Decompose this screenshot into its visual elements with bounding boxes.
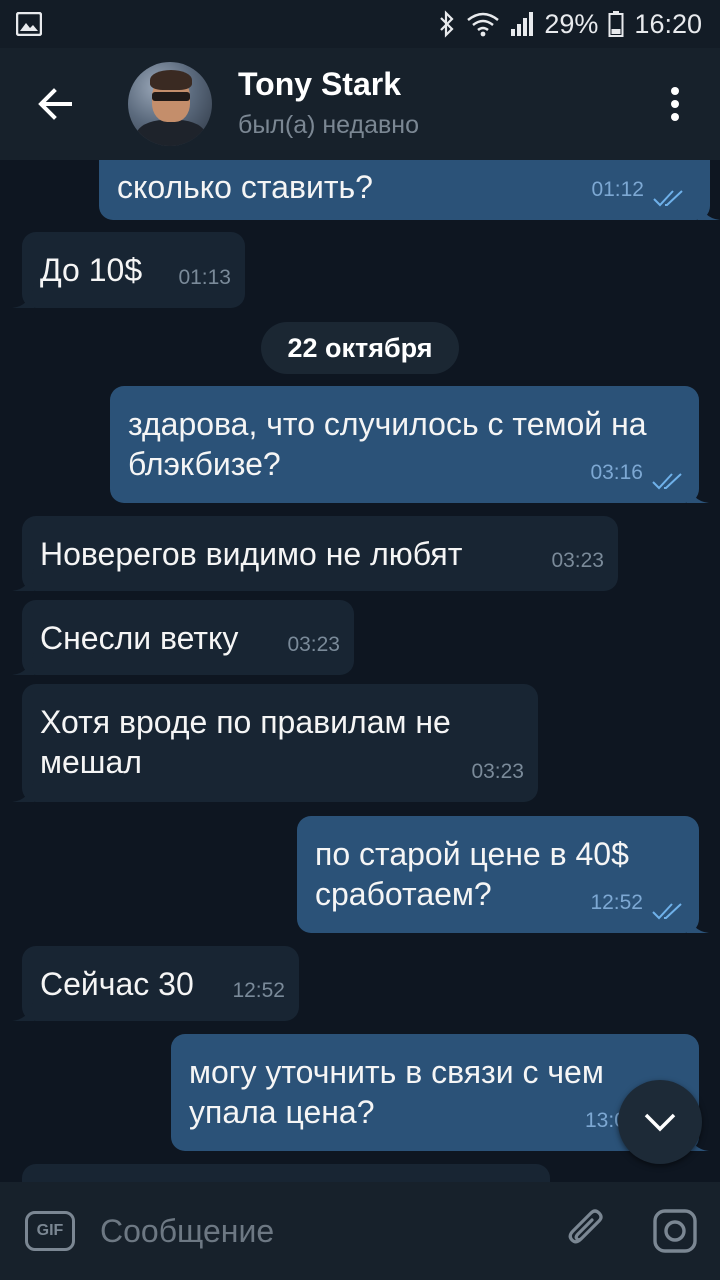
chevron-down-icon [644,1113,676,1132]
battery-icon [608,11,624,37]
image-notification-icon [16,12,42,36]
date-separator: 22 октября [261,322,459,374]
contact-info[interactable]: Tony Stark был(а) недавно [238,65,630,143]
clock: 16:20 [634,8,702,39]
message-time: 12:52 [232,979,285,1002]
more-options-button[interactable] [630,48,720,160]
double-check-icon [652,473,682,490]
double-check-icon [652,903,682,920]
scroll-down-button[interactable] [618,1080,702,1164]
message-text: Снесли ветку [40,620,239,656]
contact-status: был(а) недавно [238,111,420,139]
message-text: Сейчас 30 [40,966,194,1002]
message-composer: GIF [0,1182,720,1280]
message-outgoing[interactable]: здарова, что случилось с темой на блэкби… [110,386,709,503]
message-list[interactable]: сколько ставить? 01:12 До 10$ 01:13 22 о… [0,160,720,1182]
message-text: Хотя вроде по правилам не мешал [40,704,451,780]
avatar[interactable] [128,62,212,146]
message-input[interactable] [100,1201,544,1261]
wifi-icon [467,12,500,37]
message-outgoing[interactable]: сколько ставить? 01:12 [99,160,720,220]
message-time: 12:52 [590,891,643,914]
message-incoming-partial[interactable] [22,1164,550,1182]
status-left [16,12,42,36]
signal-icon [511,12,534,36]
attach-button[interactable] [544,1182,630,1280]
message-time: 03:16 [590,461,643,484]
message-text: До 10$ [40,252,143,288]
message-time: 01:12 [591,178,644,201]
message-incoming[interactable]: Новерегов видимо не любят 03:23 [12,516,618,591]
gif-button[interactable]: GIF [0,1182,100,1280]
message-incoming[interactable]: Хотя вроде по правилам не мешал 03:23 [12,684,538,802]
message-outgoing[interactable]: по старой цене в 40$ сработаем? 12:52 [297,816,709,933]
message-incoming[interactable]: Сейчас 30 12:52 [12,946,299,1021]
status-bar: 29% 16:20 [0,0,720,48]
message-incoming[interactable]: До 10$ 01:13 [12,232,245,308]
message-incoming[interactable]: Снесли ветку 03:23 [12,600,354,675]
status-right: 29% 16:20 [438,9,702,40]
message-text: Новерегов видимо не любят [40,536,463,572]
message-time: 01:13 [178,266,231,289]
message-time: 03:23 [287,633,340,656]
message-text: сколько ставить? [117,169,373,205]
attach-icon [568,1209,603,1244]
bluetooth-icon [440,10,454,38]
camera-icon [653,1209,697,1253]
more-vert-icon [671,87,679,121]
contact-name: Tony Stark [238,66,401,102]
chat-header: Tony Stark был(а) недавно [0,48,720,160]
camera-button[interactable] [630,1182,720,1280]
message-time: 03:23 [551,549,604,572]
message-time: 03:23 [471,760,524,783]
back-arrow-icon [38,88,72,120]
gif-icon: GIF [25,1211,75,1251]
battery-percent: 29% [544,8,599,39]
double-check-icon [653,190,683,207]
back-button[interactable] [0,48,110,160]
